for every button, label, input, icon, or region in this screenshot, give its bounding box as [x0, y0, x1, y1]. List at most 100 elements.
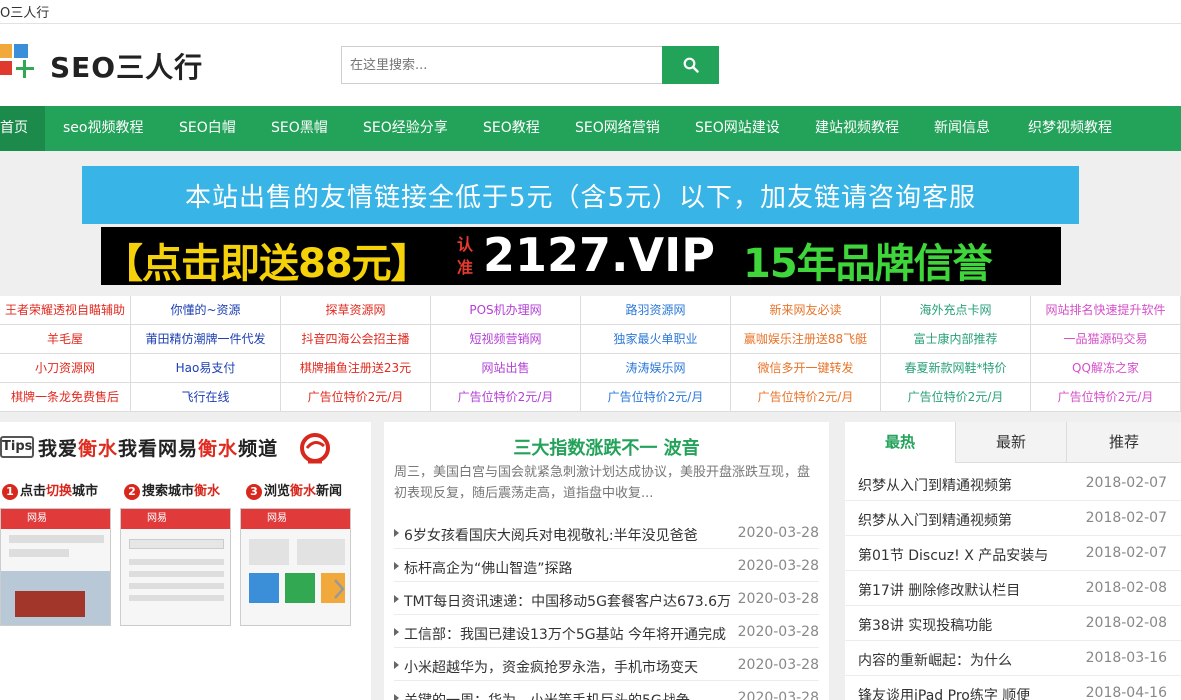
caret-right-icon [394, 595, 399, 603]
friend-link[interactable]: 独家最火单职业 [581, 325, 731, 354]
search-icon [683, 57, 699, 73]
friend-link[interactable]: 路羽资源网 [581, 296, 731, 325]
ranking-item[interactable]: 第38讲 实现投稿功能 2018-02-08 [845, 606, 1181, 641]
news-item[interactable]: 关键的一周：华为、小米等手机巨头的5G战争 2020-03-28 [394, 681, 819, 700]
tab-recommended[interactable]: 推荐 [1067, 422, 1181, 463]
friend-link[interactable]: 海外充点卡网 [881, 296, 1031, 325]
news-panel: 三大指数涨跌不一 波音 周三，美国白宫与国会就紧急刺激计划达成协议，美股开盘涨跌… [384, 422, 829, 700]
news-title: 小米超越华为，资金疯抢罗永浩，手机市场变天 [404, 660, 698, 676]
nav-item-news[interactable]: 新闻信息 [934, 106, 990, 151]
nav-item-dede-video[interactable]: 织梦视频教程 [1028, 106, 1112, 151]
news-date: 2020-03-28 [737, 690, 819, 700]
friend-link[interactable]: 涛涛娱乐网 [581, 354, 731, 383]
news-title: TMT每日资讯速递：中国移动5G套餐客户达673.6万 [404, 594, 732, 610]
channel-ad-panel[interactable]: Tips 我爱衡水我看网易衡水频道 1 点击切换城市 2 搜索城市衡水 3 浏览衡水新… [0, 422, 371, 700]
ad-banner-white-text: 2127.VIP [483, 228, 715, 282]
news-item[interactable]: 6岁女孩看国庆大阅兵对电视敬礼:半年没见爸爸 2020-03-28 [394, 516, 819, 549]
ranking-item[interactable]: 第01节 Discuz! X 产品安装与 2018-02-07 [845, 536, 1181, 571]
logo-plus-icon [16, 60, 34, 78]
friend-link[interactable]: 网站出售 [431, 354, 581, 383]
nav-item-seo-experience[interactable]: SEO经验分享 [363, 106, 448, 151]
ranking-item[interactable]: 锋友谈用iPad Pro练字 顺便 2018-04-16 [845, 676, 1181, 700]
ranking-item[interactable]: 织梦从入门到精通视频第 2018-02-07 [845, 466, 1181, 501]
nav-item-seo-tutorial[interactable]: SEO教程 [483, 106, 540, 151]
headline-summary: 周三，美国白宫与国会就紧急刺激计划达成协议，美股开盘涨跌互现，盘初表现反复，随后… [394, 465, 811, 501]
ranking-title: 锋友谈用iPad Pro练字 顺便 [858, 688, 1031, 700]
ranking-title: 织梦从入门到精通视频第 [858, 513, 1012, 529]
ad-banner-red-text: 认准 [457, 235, 474, 277]
friend-links-grid: 王者荣耀透视自瞄辅助 你懂的~资源 探草资源网 POS机办理网 路羽资源网 新来网友必读海… [0, 296, 1181, 412]
friend-link[interactable]: 赢咖娱乐注册送88飞艇 [731, 325, 881, 354]
friend-link[interactable]: 广告位特价2元/月 [581, 383, 731, 412]
friend-link[interactable]: POS机办理网 [431, 296, 581, 325]
ranking-item[interactable]: 织梦从入门到精通视频第 2018-02-07 [845, 501, 1181, 536]
friend-link[interactable]: 短视频营销网 [431, 325, 581, 354]
ranking-date: 2018-04-16 [1085, 685, 1167, 700]
news-date: 2020-03-28 [737, 558, 819, 574]
friend-link[interactable]: QQ解冻之家 [1031, 354, 1181, 383]
friend-link[interactable]: 广告位特价2元/月 [1031, 383, 1181, 412]
ad-banner-green-text: 15年品牌信誉 [743, 241, 993, 285]
friend-link[interactable]: 网站排名快速提升软件 [1031, 296, 1181, 325]
friend-link[interactable]: 新来网友必读 [731, 296, 881, 325]
friend-link[interactable]: 羊毛屋 [0, 325, 131, 354]
ranking-item[interactable]: 第17讲 删除修改默认栏目 2018-02-08 [845, 571, 1181, 606]
friend-link[interactable]: 春夏新款网鞋*特价 [881, 354, 1031, 383]
main-nav: 首页 seo视频教程 SEO白帽 SEO黑帽 SEO经验分享 SEO教程 SEO… [0, 106, 1181, 151]
caret-right-icon [394, 628, 399, 636]
ranking-date: 2018-02-08 [1085, 615, 1167, 631]
nav-item-site-video[interactable]: 建站视频教程 [815, 106, 899, 151]
ranking-date: 2018-02-08 [1085, 580, 1167, 596]
tab-hottest[interactable]: 最热 [845, 422, 956, 463]
friend-link[interactable]: 富士康内部推荐 [881, 325, 1031, 354]
news-title: 6岁女孩看国庆大阅兵对电视敬礼:半年没见爸爸 [404, 528, 698, 544]
friend-link-banner[interactable]: 本站出售的友情链接全低于5元（含5元）以下，加友链请咨询客服 [82, 166, 1079, 224]
nav-item-seo-white-hat[interactable]: SEO白帽 [179, 106, 236, 151]
step-2: 2 搜索城市衡水 [124, 480, 220, 500]
phone-screenshot-1: 网易 [0, 508, 111, 626]
steps-row: 1 点击切换城市 2 搜索城市衡水 3 浏览衡水新闻 [0, 480, 371, 500]
friend-link[interactable]: 抖音四海公会招主播 [281, 325, 431, 354]
news-item[interactable]: 小米超越华为，资金疯抢罗永浩，手机市场变天 2020-03-28 [394, 648, 819, 681]
ad-banner[interactable]: 【点击即送88元】 认准 2127.VIP 15年品牌信誉 [101, 227, 1061, 285]
browser-tab[interactable]: O三人行 [0, 0, 1181, 24]
site-logo[interactable]: SEO三人行 [0, 44, 202, 86]
step-3: 3 浏览衡水新闻 [246, 480, 342, 500]
friend-link[interactable]: 棋牌捕鱼注册送23元 [281, 354, 431, 383]
friend-link[interactable]: 一品猫源码交易 [1031, 325, 1181, 354]
ranking-item[interactable]: 内容的重新崛起：为什么 2018-03-16 [845, 641, 1181, 676]
ranking-date: 2018-02-07 [1085, 545, 1167, 561]
friend-link[interactable]: 探草资源网 [281, 296, 431, 325]
nav-item-seo-black-hat[interactable]: SEO黑帽 [271, 106, 328, 151]
friend-link[interactable]: 微信多开一键转发 [731, 354, 881, 383]
nav-item-seo-video[interactable]: seo视频教程 [63, 106, 143, 151]
search-button[interactable] [662, 46, 719, 84]
news-item[interactable]: 工信部：我国已建设13万个5G基站 今年将开通完成 2020-03-28 [394, 615, 819, 648]
friend-link[interactable]: 广告位特价2元/月 [731, 383, 881, 412]
nav-item-home[interactable]: 首页 [0, 106, 45, 151]
nav-item-seo-marketing[interactable]: SEO网络营销 [575, 106, 660, 151]
ranking-title: 内容的重新崛起：为什么 [858, 653, 1012, 669]
news-item[interactable]: 标杆高企为“佛山智造”探路 2020-03-28 [394, 549, 819, 582]
headline-title[interactable]: 三大指数涨跌不一 波音 [384, 434, 829, 460]
friend-link[interactable]: 莆田精仿潮牌一件代发 [131, 325, 281, 354]
logo-square-blue [14, 44, 28, 58]
tab-latest[interactable]: 最新 [956, 422, 1067, 463]
ranking-title: 织梦从入门到精通视频第 [858, 478, 1012, 494]
ranking-title: 第17讲 删除修改默认栏目 [858, 583, 1021, 599]
phone-screenshot-2: 网易 [120, 508, 231, 626]
friend-link[interactable]: 广告位特价2元/月 [281, 383, 431, 412]
friend-link[interactable]: 飞行在线 [131, 383, 281, 412]
search-input[interactable] [341, 46, 663, 84]
friend-link[interactable]: 小刀资源网 [0, 354, 131, 383]
friend-link[interactable]: 王者荣耀透视自瞄辅助 [0, 296, 131, 325]
news-item[interactable]: TMT每日资讯速递：中国移动5G套餐客户达673.6万 2020-03-28 [394, 582, 819, 615]
friend-link[interactable]: 你懂的~资源 [131, 296, 281, 325]
logo-square-orange [0, 44, 12, 58]
friend-link[interactable]: Hao易支付 [131, 354, 281, 383]
chevron-right-icon[interactable] [332, 578, 346, 600]
nav-item-seo-site-build[interactable]: SEO网站建设 [695, 106, 780, 151]
friend-link[interactable]: 广告位特价2元/月 [431, 383, 581, 412]
friend-link[interactable]: 棋牌一条龙免费售后 [0, 383, 131, 412]
friend-link[interactable]: 广告位特价2元/月 [881, 383, 1031, 412]
